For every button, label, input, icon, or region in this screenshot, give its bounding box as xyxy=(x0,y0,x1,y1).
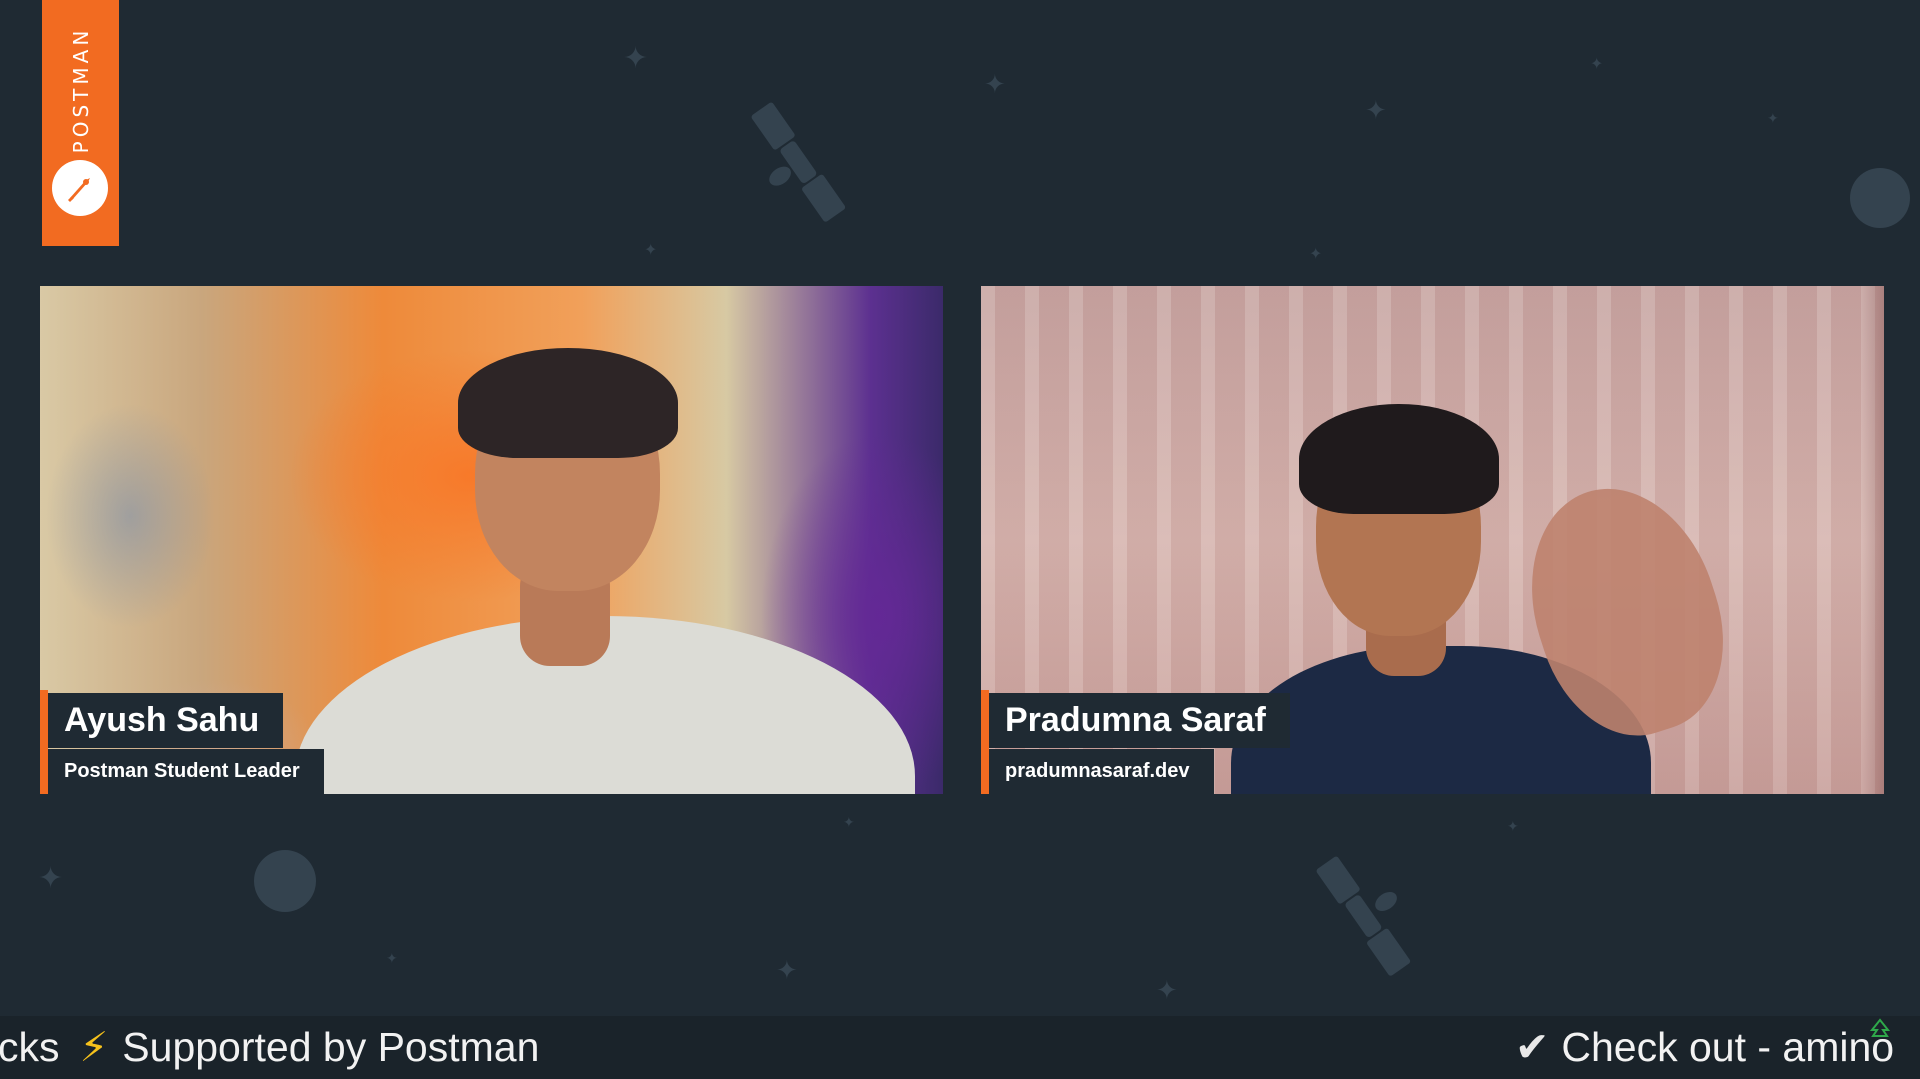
accent-bar xyxy=(981,690,989,794)
brand-name: POSTMAN xyxy=(68,26,93,154)
sparkle-icon: ✦ xyxy=(843,815,855,831)
brand-tab: POSTMAN xyxy=(42,0,119,246)
sparkle-icon: ✦ xyxy=(38,861,64,896)
participant-video-hair xyxy=(458,348,678,458)
sparkle-icon: ✦ xyxy=(1156,976,1178,1006)
sparkle-icon: ✦ xyxy=(644,240,658,259)
sparkle-icon: ✦ xyxy=(623,41,649,76)
participant-subtitle: Postman Student Leader xyxy=(48,749,324,794)
planet-icon xyxy=(1850,168,1910,228)
sparkle-icon: ✦ xyxy=(1590,54,1604,73)
sparkle-icon: ✦ xyxy=(984,70,1006,100)
sparkle-icon: ✦ xyxy=(1507,819,1519,835)
planet-icon xyxy=(254,850,316,912)
satellite-icon xyxy=(1316,856,1411,976)
lightning-bolt-icon: ⚡ xyxy=(79,1023,109,1071)
ticker-checkout-text: Check out - amino xyxy=(1561,1024,1895,1070)
participant-name: Pradumna Saraf xyxy=(989,693,1290,748)
participant-subtitle: pradumnasaraf.dev xyxy=(989,749,1214,794)
ticker-fragment: cks xyxy=(0,1024,60,1070)
ticker-line-left: cks ⚡ Supported by Postman xyxy=(0,1016,539,1079)
ticker-line-right: ✔ Check out - amino xyxy=(1515,1016,1894,1079)
ticker-supported-text: Supported by Postman xyxy=(122,1024,540,1070)
checkmark-icon: ✔ xyxy=(1515,1023,1550,1071)
video-tile-right[interactable]: Pradumna Saraf pradumnasaraf.dev xyxy=(981,286,1884,794)
participant-video-hair xyxy=(1299,404,1499,514)
stream-stage: ✦ ✦ ✦ ✦ ✦ ✦ ✦ ✦ ✦ ✦ ✦ ✦ ✦ POSTMAN Ayush … xyxy=(0,0,1920,1079)
sparkle-icon: ✦ xyxy=(386,951,398,967)
satellite-icon xyxy=(751,102,846,222)
accent-bar xyxy=(40,690,48,794)
sparkle-icon: ✦ xyxy=(1309,244,1323,263)
news-ticker: cks ⚡ Supported by Postman ✔ Check out - am… xyxy=(0,1016,1920,1079)
video-tile-left[interactable]: Ayush Sahu Postman Student Leader xyxy=(40,286,943,794)
sparkle-icon: ✦ xyxy=(1365,96,1387,126)
sparkle-icon: ✦ xyxy=(776,956,798,986)
tree-icon xyxy=(1869,1018,1891,1037)
participant-name: Ayush Sahu xyxy=(48,693,284,748)
postman-rocket-icon xyxy=(52,160,108,216)
sparkle-icon: ✦ xyxy=(1767,111,1779,127)
